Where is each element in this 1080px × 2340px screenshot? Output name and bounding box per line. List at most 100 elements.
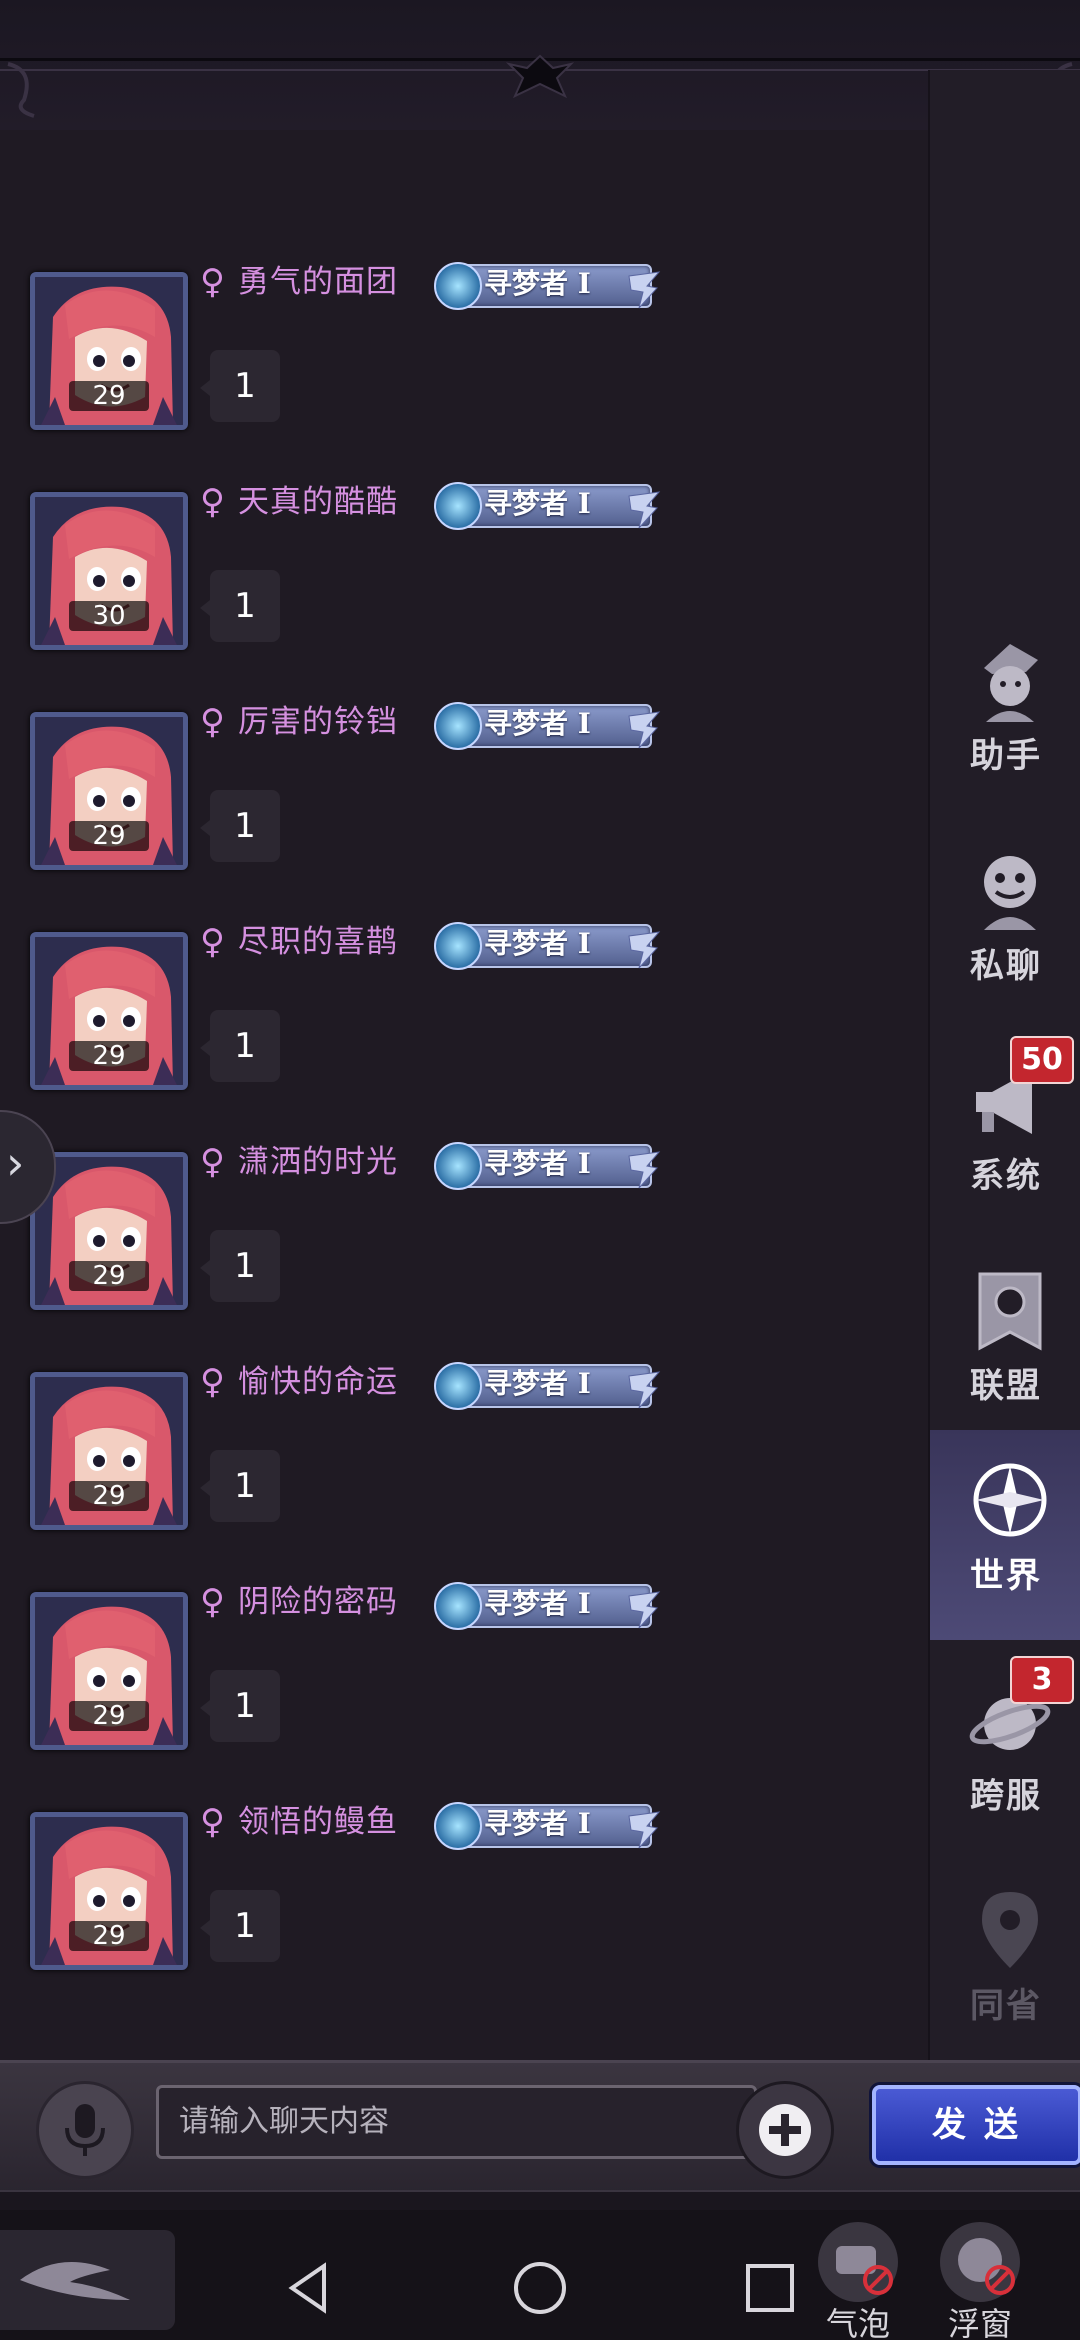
title-text: 寻梦者 I [484,1147,591,1180]
compass-icon [973,1463,1047,1537]
chat-message: 29 ♀ 厉害的铃铛 寻梦者 I 1 [30,700,910,900]
chat-message-list[interactable]: 29 ♀ 勇气的面团 寻梦者 I 1 30 ♀ 天真的酷酷 寻梦者 I 1 29… [0,130,928,2060]
channel-tab-cross-server[interactable]: 3 跨服 [930,1650,1080,1860]
player-name[interactable]: 潇洒的时光 [238,1142,398,1182]
title-text: 寻梦者 I [484,1587,591,1620]
chat-message: 29 ♀ 愉快的命运 寻梦者 I 1 [30,1360,910,1560]
channel-tab-alliance[interactable]: 联盟 [930,1240,1080,1450]
player-name[interactable]: 尽职的喜鹊 [238,922,398,962]
plus-icon [759,2104,811,2156]
level-badge: 29 [69,1701,149,1731]
location-pin-icon [982,1892,1038,1968]
avatar[interactable]: 29 [30,272,188,430]
level-badge: 30 [69,601,149,631]
bubble-toggle-button[interactable]: 气泡 [808,2218,908,2340]
avatar[interactable]: 29 [30,1592,188,1750]
chat-bubble[interactable]: 1 [200,1230,280,1302]
title-badge: 寻梦者 I [430,260,665,310]
banner-icon [978,1272,1042,1351]
level-badge: 29 [69,1921,149,1951]
player-name[interactable]: 愉快的命运 [238,1362,398,1402]
title-badge: 寻梦者 I [430,480,665,530]
chat-bubble[interactable]: 1 [200,570,280,642]
chat-message: 29 ♀ 勇气的面团 寻梦者 I 1 [30,260,910,460]
add-attachment-button[interactable] [736,2081,834,2179]
player-name[interactable]: 领悟的鳗鱼 [238,1802,398,1842]
bubble-label: 气泡 [825,2305,890,2340]
wing-icon [628,1371,661,1409]
title-badge: 寻梦者 I [430,700,665,750]
channel-tab-world[interactable]: 世界 [930,1430,1080,1640]
title-text: 寻梦者 I [484,1807,591,1840]
channel-tab-private-chat[interactable]: 私聊 [930,820,1080,1030]
channel-tab-same-province[interactable]: 同省 [930,1860,1080,2070]
female-gender-icon: ♀ [200,262,225,302]
wing-icon [628,711,661,749]
recents-icon[interactable] [740,2258,800,2318]
chat-message: 29 ♀ 潇洒的时光 寻梦者 I 1 [30,1140,910,1340]
level-badge: 29 [69,821,149,851]
chat-text-input[interactable] [156,2085,757,2159]
float-window-label: 浮窗 [947,2305,1012,2340]
channel-tab-assistant[interactable]: 助手 [930,610,1080,820]
channel-label: 跨服 [970,1776,1042,1816]
top-decoration [0,0,1080,130]
level-badge: 29 [69,1041,149,1071]
level-badge: 29 [69,1261,149,1291]
female-gender-icon: ♀ [200,702,225,742]
chat-input-bar: 发送 [0,2060,1080,2193]
player-name[interactable]: 厉害的铃铛 [238,702,398,742]
title-text: 寻梦者 I [484,927,591,960]
float-window-icon [940,2222,1020,2302]
title-text: 寻梦者 I [484,707,591,740]
chevron-right-icon: › [6,1136,25,1190]
chat-bubble[interactable]: 1 [200,1450,280,1522]
swirl-orb-icon [434,922,482,970]
female-gender-icon: ♀ [200,1802,225,1842]
channel-label: 联盟 [970,1366,1042,1406]
notification-badge: 3 [1010,1656,1074,1704]
female-gender-icon: ♀ [200,922,225,962]
voice-input-button[interactable] [36,2081,134,2179]
home-icon[interactable] [510,2258,570,2318]
female-gender-icon: ♀ [200,482,225,522]
chat-bubble-icon [818,2222,898,2302]
player-name[interactable]: 勇气的面团 [238,262,398,302]
channel-sidebar: 助手 私聊 50 系统 联盟 世界 3 跨服 同省 [928,70,1080,2060]
chat-bubble[interactable]: 1 [200,1670,280,1742]
chat-bubble[interactable]: 1 [200,350,280,422]
private-chat-icon [984,856,1036,930]
avatar[interactable]: 29 [30,1372,188,1530]
system-nav-bar: 气泡 浮窗 [0,2210,1080,2340]
chat-bubble[interactable]: 1 [200,1010,280,1082]
channel-label: 世界 [970,1556,1042,1596]
app-logo[interactable] [0,2230,175,2330]
player-name[interactable]: 阴险的密码 [238,1582,398,1622]
back-icon[interactable] [280,2258,340,2318]
title-badge: 寻梦者 I [430,1360,665,1410]
avatar[interactable]: 29 [30,712,188,870]
avatar[interactable]: 29 [30,932,188,1090]
game-logo-icon [20,2262,130,2300]
female-gender-icon: ♀ [200,1142,225,1182]
channel-label: 私聊 [970,946,1042,986]
corner-ornament-icon [7,62,35,118]
crest-ornament-icon [505,54,575,99]
title-badge: 寻梦者 I [430,1580,665,1630]
chat-bubble[interactable]: 1 [200,1890,280,1962]
float-window-toggle-button[interactable]: 浮窗 [930,2218,1030,2340]
player-name[interactable]: 天真的酷酷 [238,482,398,522]
channel-tab-system[interactable]: 50 系统 [930,1030,1080,1240]
avatar[interactable]: 29 [30,1812,188,1970]
level-badge: 29 [69,381,149,411]
chat-bubble[interactable]: 1 [200,790,280,862]
avatar[interactable]: 30 [30,492,188,650]
send-button[interactable]: 发送 [872,2085,1080,2165]
channel-label: 系统 [970,1156,1042,1196]
title-text: 寻梦者 I [484,1367,591,1400]
swirl-orb-icon [434,262,482,310]
title-badge: 寻梦者 I [430,1800,665,1850]
wing-icon [628,271,661,309]
channel-label: 助手 [970,736,1042,776]
wing-icon [628,1811,661,1849]
